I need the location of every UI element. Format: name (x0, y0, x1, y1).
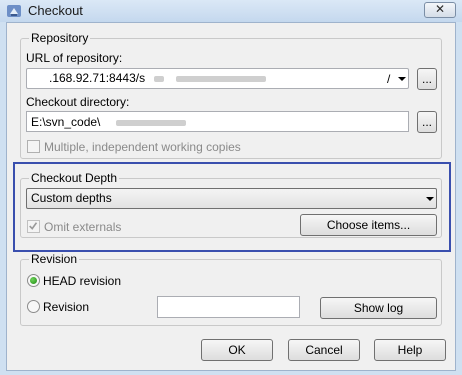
redacted-dir-segment (115, 119, 186, 126)
dialog-body: Repository URL of repository: .168.92.71… (6, 22, 456, 371)
highlight-box (13, 162, 451, 252)
directory-input[interactable]: E:\svn_code\ (26, 111, 409, 132)
chevron-down-icon (398, 77, 406, 81)
cancel-button[interactable]: Cancel (288, 339, 360, 361)
directory-label: Checkout directory: (26, 95, 130, 109)
multiple-copies-label: Multiple, independent working copies (44, 140, 241, 154)
radio-selected-dot (30, 277, 37, 284)
url-label: URL of repository: (26, 51, 123, 65)
url-combobox[interactable]: .168.92.71:8443/s / (26, 68, 409, 89)
close-icon: ✕ (434, 2, 446, 16)
head-revision-radio[interactable] (27, 274, 40, 287)
url-tail: / (387, 72, 391, 86)
revision-radio[interactable] (27, 300, 40, 313)
window-title: Checkout (28, 3, 83, 18)
redacted-url-segment (154, 75, 165, 82)
ok-button[interactable]: OK (201, 339, 273, 361)
browse-url-button[interactable]: ... (417, 68, 437, 90)
redacted-url-segment (175, 75, 266, 82)
show-log-button[interactable]: Show log (320, 297, 437, 319)
title-bar: Checkout ✕ (0, 0, 462, 22)
head-revision-label: HEAD revision (43, 274, 122, 288)
close-button[interactable]: ✕ (424, 2, 456, 18)
revision-group-title: Revision (29, 252, 80, 266)
browse-directory-button[interactable]: ... (417, 111, 437, 133)
revision-input[interactable] (157, 296, 300, 318)
url-value: .168.92.71:8443/s (49, 71, 146, 85)
multiple-copies-checkbox[interactable] (27, 140, 40, 153)
tortoisesvn-icon (7, 5, 21, 17)
revision-label: Revision (43, 300, 90, 314)
help-button[interactable]: Help (374, 339, 446, 361)
repository-group-title: Repository (29, 31, 91, 45)
directory-value: E:\svn_code\ (31, 115, 101, 129)
